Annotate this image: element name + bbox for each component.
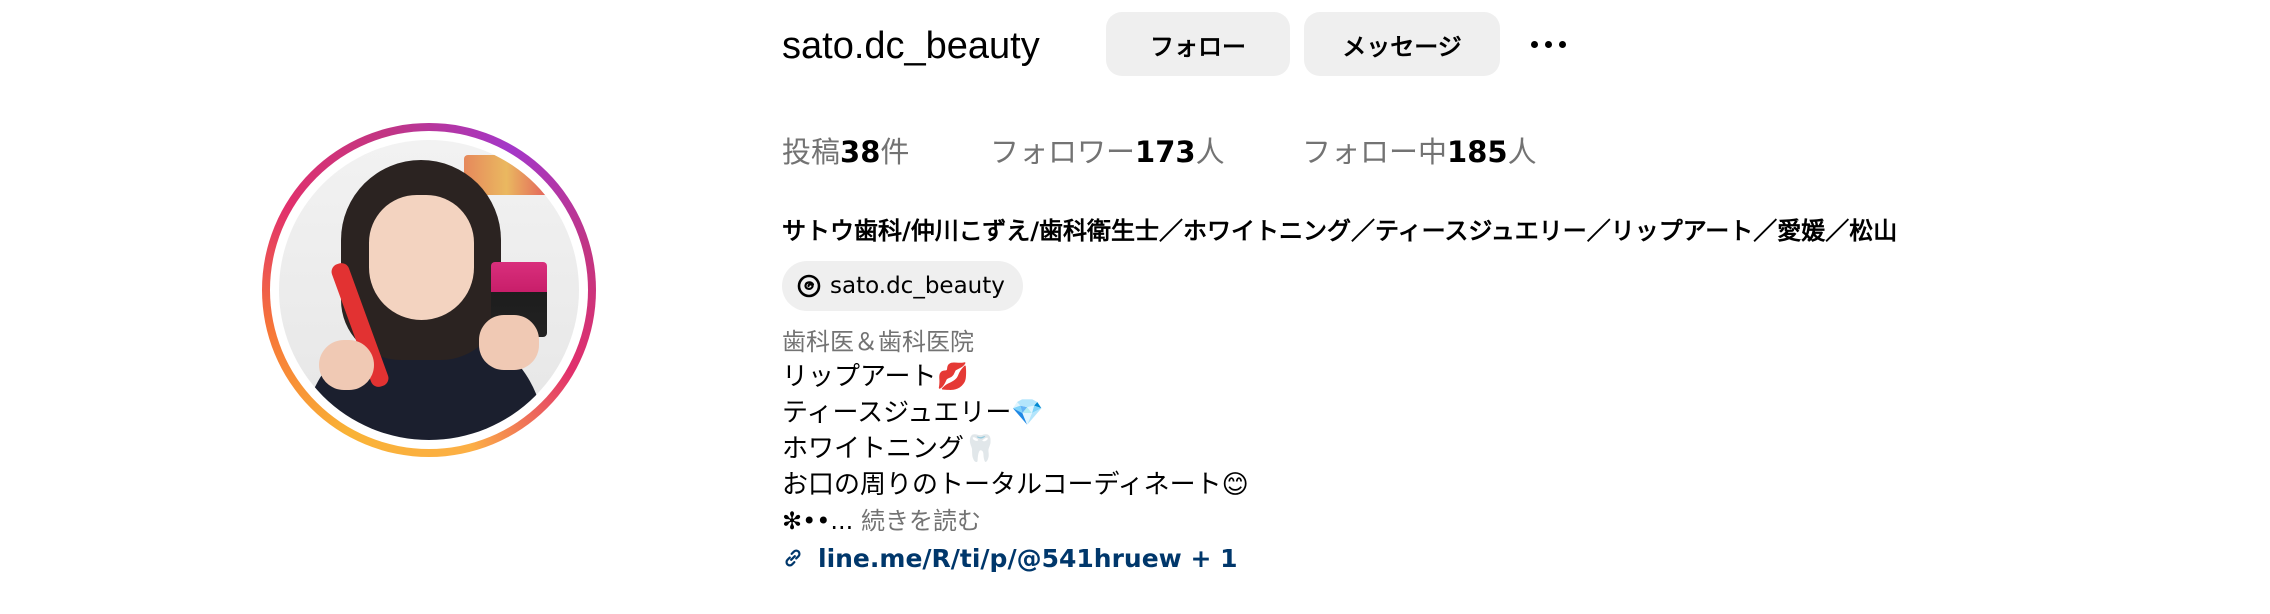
followers-count-stat[interactable]: フォロワー173人 [990,130,1225,174]
following-count: 185 [1447,135,1508,169]
read-more-link[interactable]: 続きを読む [861,507,981,535]
external-link-text[interactable]: line.me/R/ti/p/@541hruew + 1 [818,544,1238,573]
avatar[interactable] [279,140,579,440]
bio-line: ホワイトニング🦷 [782,434,997,464]
bio-line: お口の周りのトータルコーディネート😊 [782,470,1249,500]
threads-handle: sato.dc_beauty [830,273,1005,299]
posts-count-stat: 投稿38件 [782,130,909,174]
following-suffix: 人 [1507,135,1537,169]
avatar-hand-left [319,340,374,390]
avatar-border [270,131,588,449]
followers-prefix: フォロワー [990,135,1136,169]
follow-button[interactable]: フォロー [1106,12,1290,76]
message-button[interactable]: メッセージ [1304,12,1500,76]
posts-suffix: 件 [880,135,910,169]
profile-username: sato.dc_beauty [782,25,1040,67]
profile-external-link[interactable]: line.me/R/ti/p/@541hruew + 1 [782,540,1238,576]
more-dot [1544,40,1552,48]
bio-line: リップアート💋 [782,362,969,392]
bio-truncated-text: ✻••... [782,507,854,535]
more-dot [1530,40,1538,48]
profile-bio: リップアート💋 ティースジュエリー💎 ホワイトニング🦷 お口の周りのトータルコー… [782,359,1249,539]
followers-suffix: 人 [1195,135,1225,169]
profile-avatar-story-ring[interactable] [262,123,596,457]
avatar-face [369,195,474,320]
posts-count: 38 [840,135,881,169]
threads-badge[interactable]: sato.dc_beauty [782,261,1023,311]
following-prefix: フォロー中 [1302,135,1448,169]
bio-line: ティースジュエリー💎 [782,398,1044,428]
profile-category: 歯科医＆歯科医院 [782,328,974,356]
bio-truncated-line: ✻••... 続きを読む [782,503,1249,539]
more-dot [1558,40,1566,48]
threads-icon [797,274,821,298]
avatar-hand-right [479,315,539,370]
posts-prefix: 投稿 [782,135,841,169]
following-count-stat[interactable]: フォロー中185人 [1302,130,1537,174]
profile-full-name: サトウ歯科/仲川こずえ/歯科衛生士／ホワイトニング／ティースジュエリー／リップア… [782,217,1898,245]
more-options-icon[interactable] [1520,28,1576,60]
link-icon [785,549,801,567]
followers-count: 173 [1135,135,1196,169]
